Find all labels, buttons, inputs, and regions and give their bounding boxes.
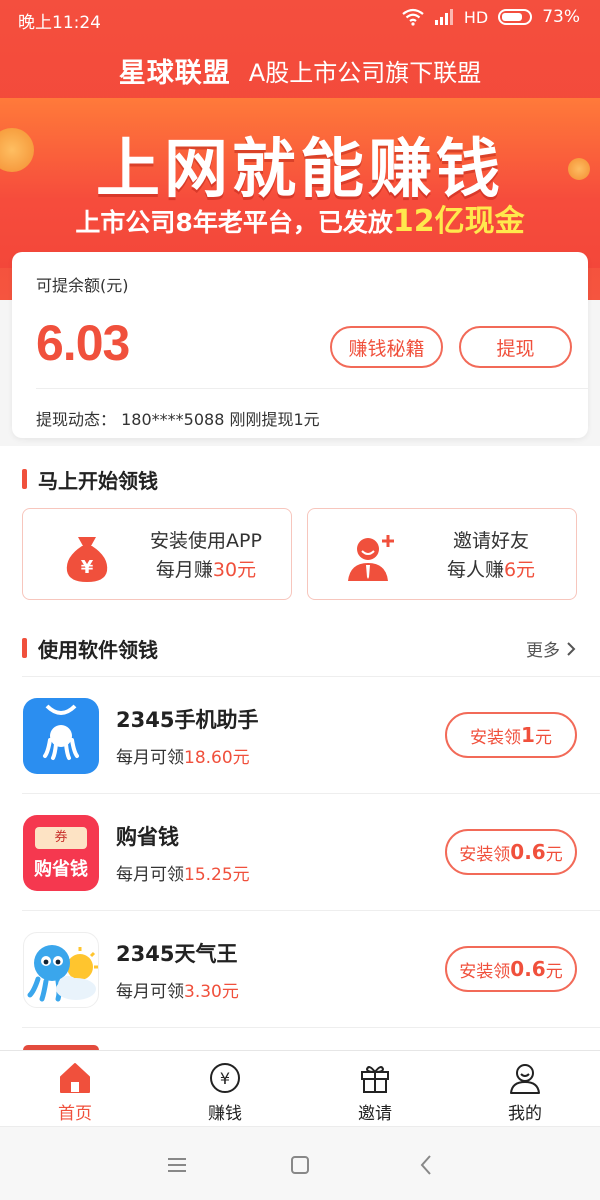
tab-label: 我的 — [508, 1104, 542, 1124]
card-reward: 每人赚6元 — [416, 556, 566, 585]
home-icon — [60, 1063, 90, 1093]
status-time: 晚上11:24 — [18, 13, 101, 33]
svg-text:¥: ¥ — [81, 557, 94, 578]
invite-friend-text: 邀请好友 每人赚6元 — [416, 527, 566, 585]
app-earnings: 每月可领18.60元 — [116, 743, 250, 768]
section-accent-bar — [22, 469, 27, 489]
app-earnings: 每月可领3.30元 — [116, 977, 239, 1002]
tab-earn[interactable]: ¥ 赚钱 — [150, 1051, 300, 1126]
app-earnings: 每月可领15.25元 — [116, 860, 250, 885]
tab-label: 赚钱 — [208, 1104, 242, 1124]
invite-friend-icon — [348, 535, 394, 581]
banner-highlight: 12亿现金 — [392, 204, 525, 239]
install-reward-button[interactable]: 安装领 0.6 元 — [445, 946, 577, 992]
install-reward-amount: 0.6 — [510, 840, 546, 864]
install-label: 安装领 — [470, 727, 522, 748]
more-link[interactable]: 更多 — [526, 636, 576, 661]
tab-profile[interactable]: 我的 — [450, 1051, 600, 1126]
profile-icon — [510, 1064, 540, 1094]
install-label: 安装领 — [459, 844, 511, 865]
divider — [22, 1027, 600, 1028]
divider — [36, 388, 588, 389]
install-unit: 元 — [534, 727, 552, 748]
section-title: 使用软件领钱 — [38, 638, 158, 662]
tab-invite[interactable]: 邀请 — [300, 1051, 450, 1126]
battery-icon — [498, 9, 533, 25]
app-earnings-label: 每月可领 — [116, 748, 184, 768]
card-title: 安装使用APP — [150, 530, 262, 552]
install-reward-amount: 0.6 — [510, 957, 546, 981]
wifi-icon — [402, 8, 424, 26]
install-reward-button[interactable]: 安装领 1 元 — [445, 712, 577, 758]
header-slogan: A股上市公司旗下联盟 — [248, 58, 482, 87]
more-label: 更多 — [526, 641, 560, 661]
withdraw-feed-label: 提现动态： — [36, 410, 117, 429]
earning-tips-button[interactable]: 赚钱秘籍 — [330, 326, 443, 368]
app-row[interactable]: 券 购省钱 购省钱 每月可领15.25元 安装领 0.6 元 — [0, 793, 600, 909]
install-reward-amount: 1 — [521, 723, 535, 747]
bottom-tab-bar: 首页 ¥ 赚钱 邀请 我的 — [0, 1050, 600, 1126]
banner-subtitle-text: 上市公司8年老平台，已发放 — [75, 208, 393, 237]
app-logo: 星球联盟 — [118, 57, 231, 89]
weather-king-icon — [23, 932, 99, 1008]
balance-label: 可提余额(元) — [36, 276, 129, 295]
card-reward-label: 每月赚 — [155, 559, 213, 581]
svg-text:¥: ¥ — [220, 1069, 230, 1088]
gou-sheng-qian-icon: 券 购省钱 — [23, 815, 99, 891]
withdraw-button[interactable]: 提现 — [459, 326, 572, 368]
section-title: 马上开始领钱 — [38, 469, 158, 493]
card-title: 邀请好友 — [452, 530, 529, 552]
tab-home[interactable]: 首页 — [0, 1051, 150, 1126]
invite-friend-card[interactable]: 邀请好友 每人赚6元 — [307, 508, 577, 600]
section-accent-bar — [22, 638, 27, 658]
ticket-graphic: 券 — [35, 827, 87, 849]
back-icon[interactable] — [413, 1151, 441, 1179]
app-row[interactable]: 2345手机助手 每月可领18.60元 安装领 1 元 — [0, 676, 600, 792]
chevron-right-icon — [567, 641, 576, 656]
banner-subtitle: 上市公司8年老平台，已发放12亿现金 — [0, 196, 600, 240]
start-section-header: 马上开始领钱 — [0, 458, 600, 498]
system-nav-bar — [0, 1126, 600, 1200]
install-reward-button[interactable]: 安装领 0.6 元 — [445, 829, 577, 875]
balance-value: 6.03 — [36, 315, 130, 371]
money-bag-icon: ¥ — [66, 537, 108, 582]
balance-card: 可提余额(元) 6.03 赚钱秘籍 提现 提现动态： 180****5088 刚… — [12, 252, 588, 438]
card-reward: 每月赚30元 — [131, 556, 281, 585]
menu-icon[interactable] — [163, 1151, 191, 1179]
home-button-icon[interactable] — [286, 1151, 314, 1179]
icon-label: 购省钱 — [34, 859, 88, 880]
tab-label: 首页 — [58, 1104, 92, 1124]
phone-assistant-icon — [23, 698, 99, 774]
withdraw-feed-text: 180****5088 刚刚提现1元 — [121, 410, 320, 429]
install-label: 安装领 — [459, 961, 511, 982]
network-type: HD — [463, 7, 489, 27]
status-bar: 晚上11:24 HD 73% — [0, 0, 600, 36]
apps-section-header: 使用软件领钱 更多 — [0, 627, 600, 667]
app-name: 2345天气王 — [116, 942, 238, 966]
app-earnings-amount: 15.25元 — [184, 865, 250, 885]
brand-header: 星球联盟 A股上市公司旗下联盟 — [0, 48, 600, 92]
yuan-coin-icon: ¥ — [210, 1063, 240, 1093]
tab-label: 邀请 — [358, 1104, 392, 1124]
app-earnings-label: 每月可领 — [116, 982, 184, 1002]
install-app-text: 安装使用APP 每月赚30元 — [131, 527, 281, 585]
app-name: 购省钱 — [116, 825, 179, 849]
signal-icon — [434, 9, 453, 25]
install-unit: 元 — [545, 961, 563, 982]
card-reward-label: 每人赚 — [446, 559, 504, 581]
app-row[interactable]: 2345天气王 每月可领3.30元 安装领 0.6 元 — [0, 910, 600, 1026]
install-unit: 元 — [545, 844, 563, 865]
app-earnings-amount: 18.60元 — [184, 748, 250, 768]
withdraw-feed: 提现动态： 180****5088 刚刚提现1元 — [36, 406, 320, 430]
install-app-card[interactable]: ¥ 安装使用APP 每月赚30元 — [22, 508, 292, 600]
battery-level: 73% — [542, 7, 580, 27]
card-reward-amount: 6元 — [503, 559, 536, 581]
promo-banner[interactable]: 上网就能赚钱 — [0, 98, 600, 268]
gift-icon — [361, 1066, 389, 1093]
app-earnings-label: 每月可领 — [116, 865, 184, 885]
status-indicators: HD 73% — [402, 7, 580, 27]
app-earnings-amount: 3.30元 — [184, 982, 239, 1002]
card-reward-amount: 30元 — [212, 559, 257, 581]
app-name: 2345手机助手 — [116, 708, 259, 732]
